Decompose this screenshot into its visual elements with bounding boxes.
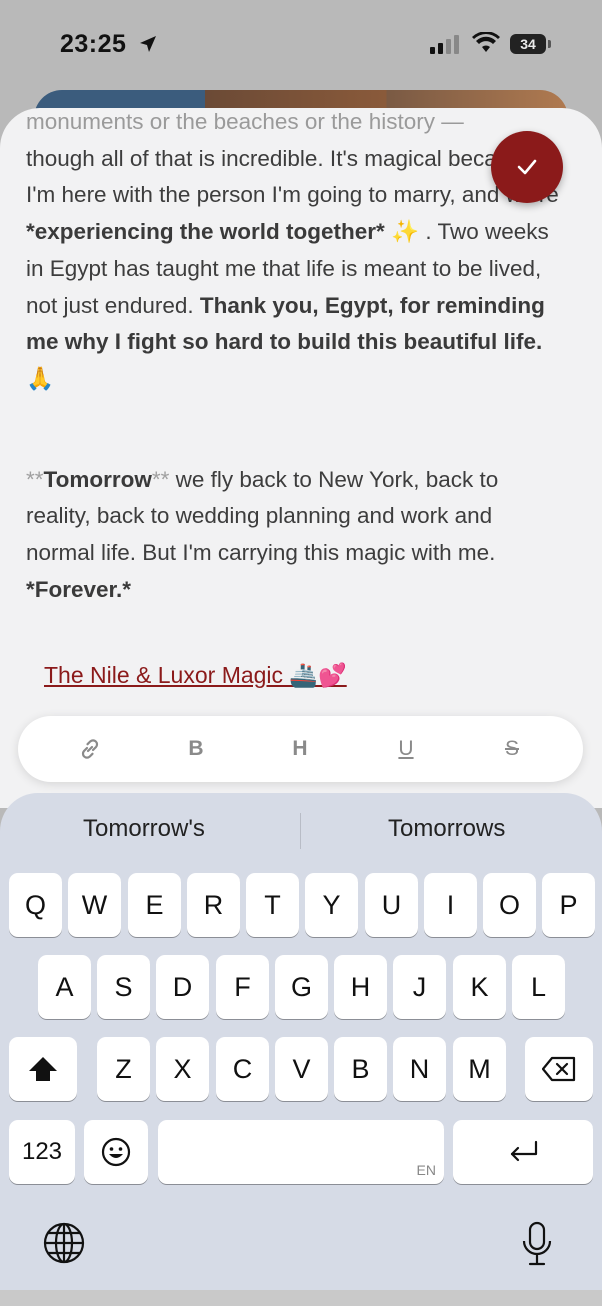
cellular-signal-icon — [430, 34, 462, 59]
paragraph-2: **Tomorrow** we fly back to New York, ba… — [26, 466, 499, 602]
suggestion-2[interactable]: Tomorrows — [388, 815, 505, 843]
key-o[interactable]: O — [483, 873, 536, 937]
backspace-key[interactable] — [525, 1037, 593, 1101]
key-s[interactable]: S — [97, 955, 150, 1019]
key-r[interactable]: R — [187, 873, 240, 937]
link-button[interactable] — [60, 716, 120, 782]
suggestion-divider — [300, 813, 301, 849]
key-n[interactable]: N — [393, 1037, 446, 1101]
key-b[interactable]: B — [334, 1037, 387, 1101]
key-p[interactable]: P — [542, 873, 595, 937]
checkmark-icon — [517, 159, 537, 175]
key-c[interactable]: C — [216, 1037, 269, 1101]
backspace-icon — [542, 1056, 576, 1082]
key-d[interactable]: D — [156, 955, 209, 1019]
post-link[interactable]: The Nile & Luxor Magic 🚢💕 — [44, 662, 347, 689]
editor-line-faded: monuments or the beaches or the history … — [26, 109, 464, 134]
return-key[interactable] — [453, 1120, 593, 1184]
key-m[interactable]: M — [453, 1037, 506, 1101]
key-w[interactable]: W — [68, 873, 121, 937]
battery-level: 34 — [510, 34, 546, 54]
globe-icon — [43, 1222, 85, 1264]
key-h[interactable]: H — [334, 955, 387, 1019]
emoji-icon — [101, 1137, 131, 1167]
return-icon — [510, 1140, 538, 1162]
dictation-button[interactable] — [520, 1221, 554, 1272]
editor-sheet: monuments or the beaches or the history … — [0, 108, 602, 808]
home-indicator-area — [0, 1290, 602, 1306]
key-a[interactable]: A — [38, 955, 91, 1019]
suggestion-1[interactable]: Tomorrow's — [83, 815, 205, 843]
key-f[interactable]: F — [216, 955, 269, 1019]
heading-button[interactable]: H — [270, 716, 330, 782]
paragraph-1: though all of that is incredible. It's m… — [26, 145, 559, 391]
numbers-key[interactable]: 123 — [9, 1120, 75, 1184]
location-arrow-icon — [138, 34, 158, 59]
keyboard: Tomorrow's Tomorrows Q W E R T Y U I O P… — [0, 793, 602, 1306]
underline-button[interactable]: U — [376, 716, 436, 782]
wifi-icon — [472, 31, 500, 59]
key-l[interactable]: L — [512, 955, 565, 1019]
done-button[interactable] — [491, 131, 563, 203]
key-i[interactable]: I — [424, 873, 477, 937]
bold-button[interactable]: B — [166, 716, 226, 782]
strikethrough-button[interactable]: S — [482, 716, 542, 782]
text-editor[interactable]: monuments or the beaches or the history … — [26, 108, 566, 608]
language-label: EN — [416, 1162, 436, 1178]
status-time: 23:25 — [60, 30, 127, 58]
key-g[interactable]: G — [275, 955, 328, 1019]
key-z[interactable]: Z — [97, 1037, 150, 1101]
key-q[interactable]: Q — [9, 873, 62, 937]
battery-tip — [548, 40, 551, 48]
key-e[interactable]: E — [128, 873, 181, 937]
globe-button[interactable] — [42, 1221, 86, 1270]
emoji-key[interactable] — [84, 1120, 148, 1184]
space-key[interactable]: EN — [158, 1120, 444, 1184]
key-j[interactable]: J — [393, 955, 446, 1019]
link-icon — [81, 739, 99, 759]
shift-icon — [29, 1057, 57, 1081]
status-bar: 23:25 34 — [0, 0, 602, 90]
microphone-icon — [522, 1221, 552, 1266]
shift-key[interactable] — [9, 1037, 77, 1101]
key-t[interactable]: T — [246, 873, 299, 937]
key-u[interactable]: U — [365, 873, 418, 937]
key-v[interactable]: V — [275, 1037, 328, 1101]
key-k[interactable]: K — [453, 955, 506, 1019]
key-x[interactable]: X — [156, 1037, 209, 1101]
key-y[interactable]: Y — [305, 873, 358, 937]
formatting-toolbar: B H U S — [18, 716, 583, 782]
